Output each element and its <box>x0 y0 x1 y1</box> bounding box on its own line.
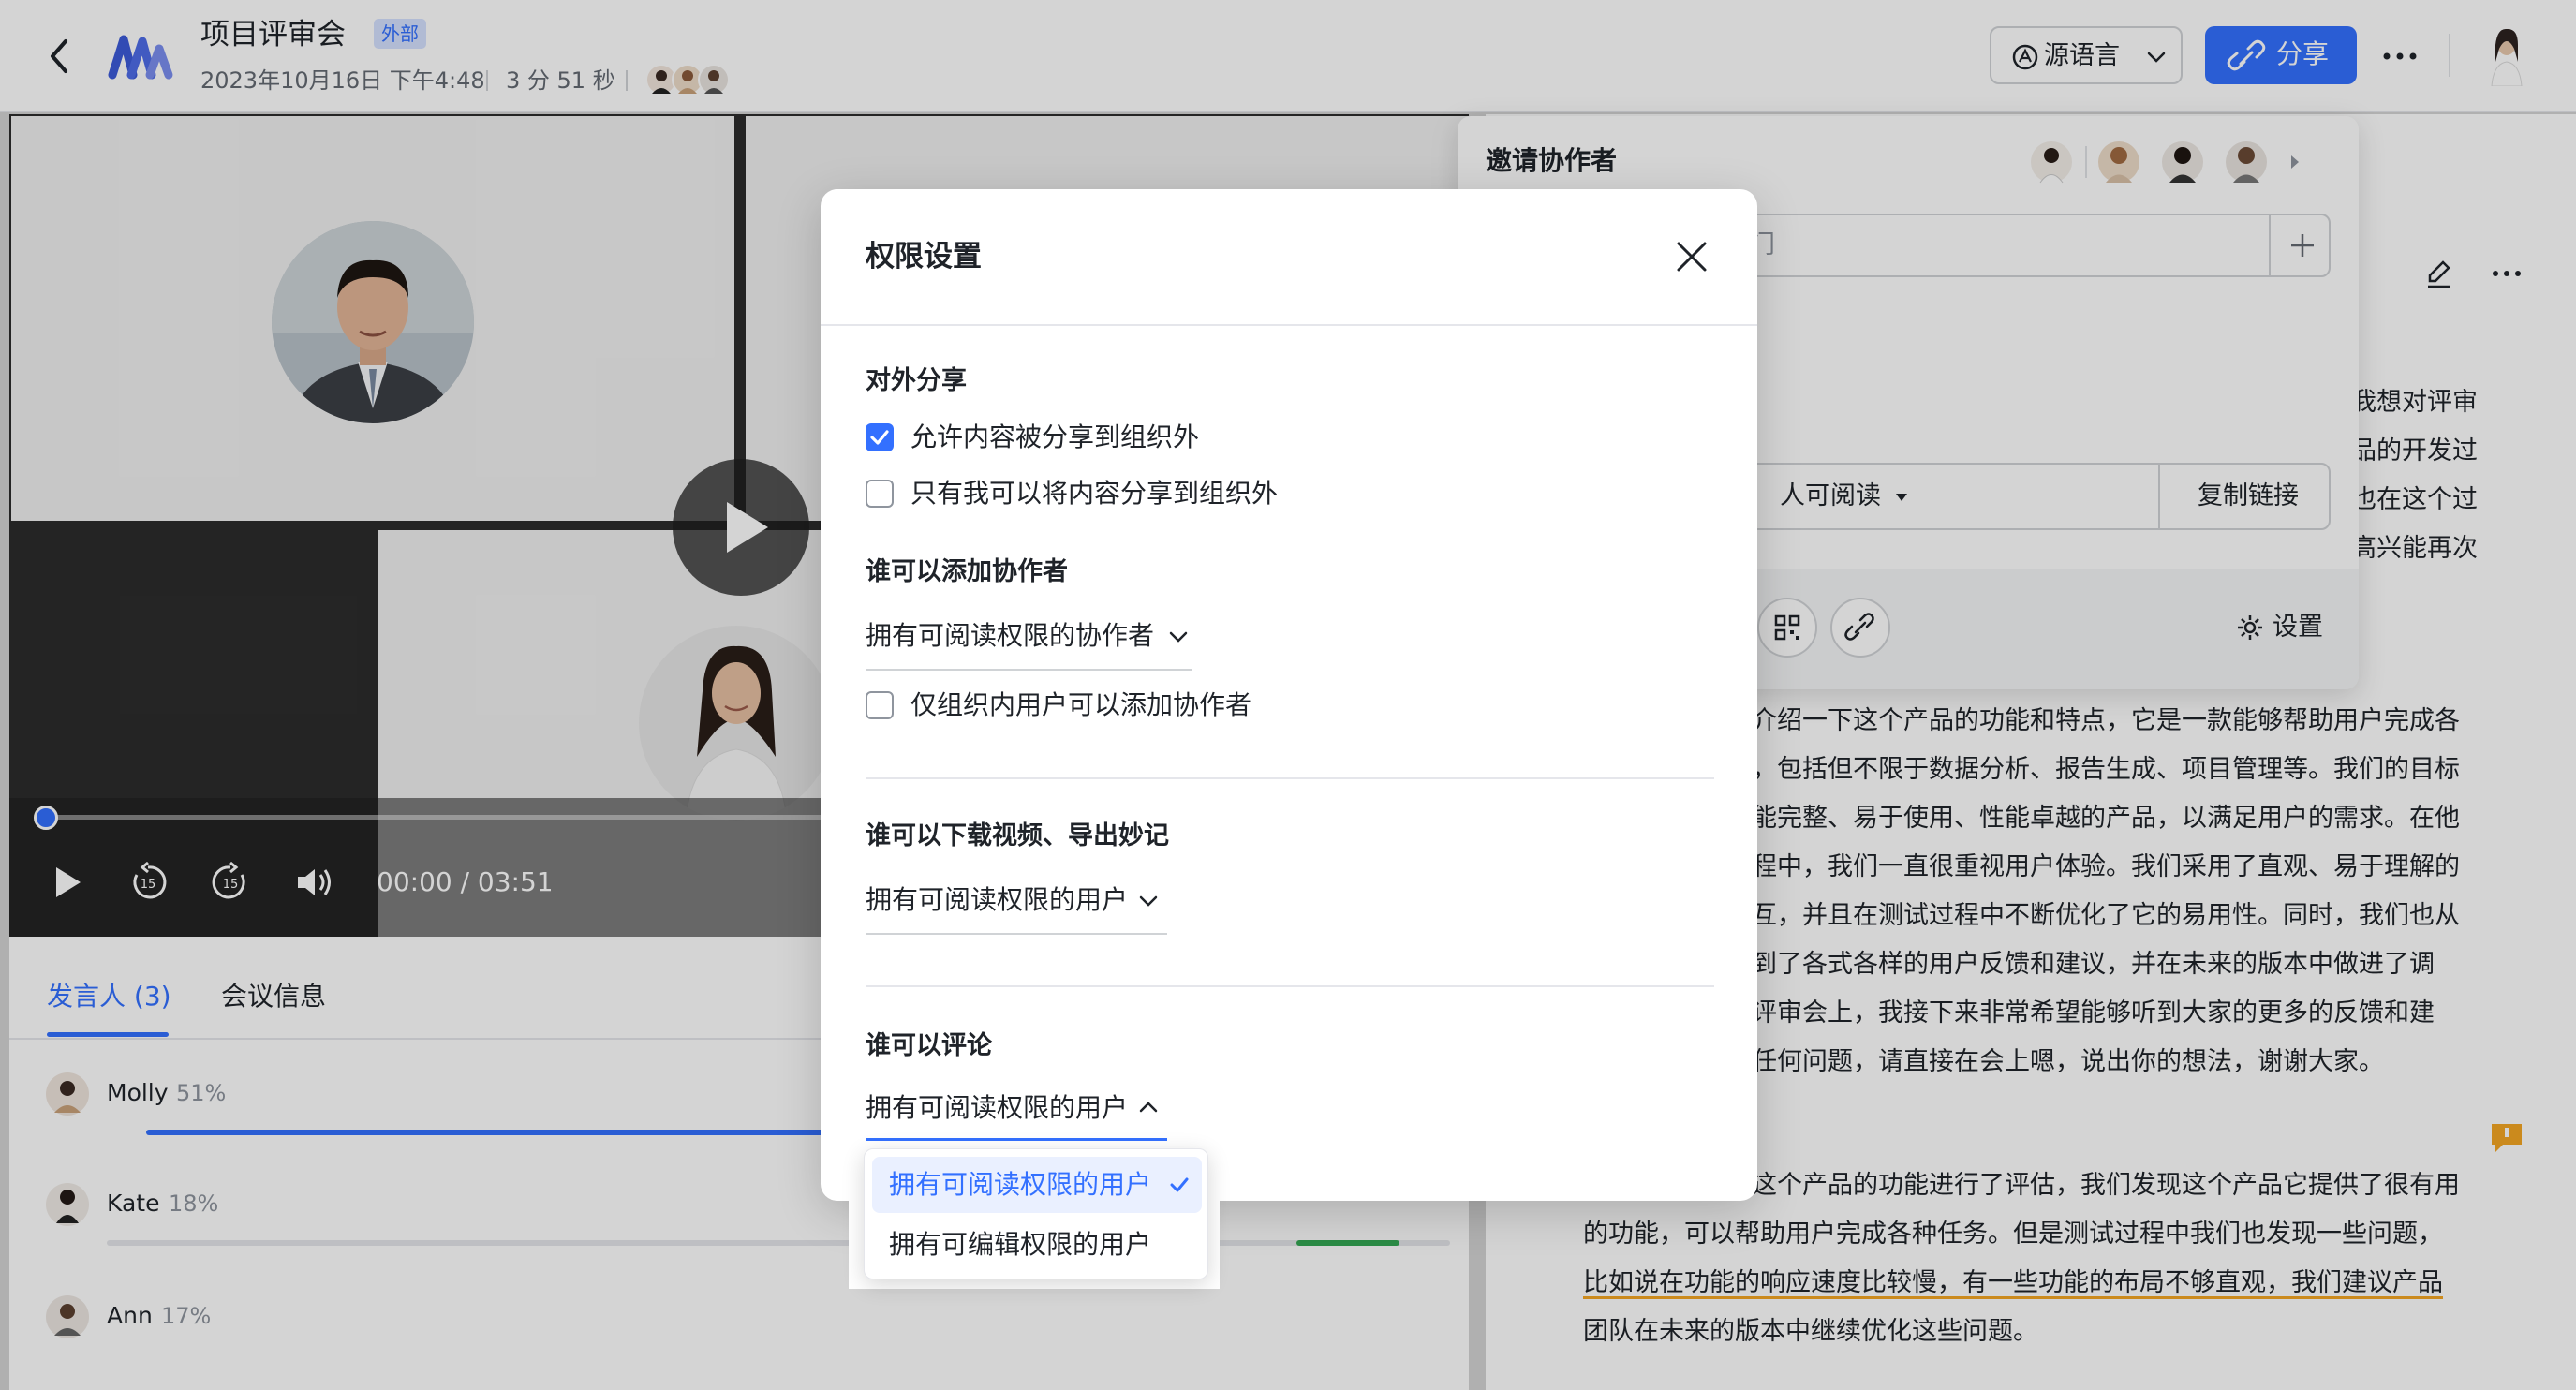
dropdown-option-label: 拥有可编辑权限的用户 <box>889 1229 1152 1260</box>
download-select[interactable]: 拥有可阅读权限的用户 <box>866 879 1167 935</box>
dropdown-option-selected[interactable]: 拥有可阅读权限的用户 <box>872 1157 1202 1213</box>
dropdown-option-label: 拥有可阅读权限的用户 <box>889 1169 1152 1200</box>
allow-external-checkbox[interactable] <box>866 423 894 451</box>
add-collaborator-value: 拥有可阅读权限的协作者 <box>866 620 1155 651</box>
only-me-external-checkbox[interactable] <box>866 480 894 508</box>
only-me-external-label[interactable]: 只有我可以将内容分享到组织外 <box>910 476 1278 511</box>
dialog-title: 权限设置 <box>866 240 982 274</box>
dialog-header-divider <box>821 324 1757 326</box>
dropdown-option[interactable]: 拥有可编辑权限的用户 <box>872 1217 1202 1273</box>
check-icon <box>1168 1174 1191 1196</box>
comment-select[interactable]: 拥有可阅读权限的用户 <box>866 1087 1167 1141</box>
only-org-add-checkbox[interactable] <box>866 691 894 719</box>
add-collaborator-select[interactable]: 拥有可阅读权限的协作者 <box>866 614 1192 671</box>
chevron-up-icon <box>1137 1098 1160 1116</box>
close-icon[interactable] <box>1671 236 1712 277</box>
section-title-external: 对外分享 <box>866 366 967 395</box>
allow-external-label[interactable]: 允许内容被分享到组织外 <box>910 420 1199 455</box>
download-value: 拥有可阅读权限的用户 <box>866 884 1129 915</box>
section-title-comment: 谁可以评论 <box>866 1031 992 1060</box>
chevron-down-icon <box>1167 628 1190 646</box>
only-org-add-label[interactable]: 仅组织内用户可以添加协作者 <box>910 688 1251 723</box>
section-divider <box>866 985 1714 987</box>
comment-dropdown-menu: 拥有可阅读权限的用户 拥有可编辑权限的用户 <box>864 1148 1208 1279</box>
chevron-down-icon <box>1137 892 1160 910</box>
comment-value: 拥有可阅读权限的用户 <box>866 1092 1129 1123</box>
app-root: 项目评审会 外部 2023年10月16日 下午4:48 3 分 51 秒 源语言… <box>0 0 2576 1390</box>
section-title-download: 谁可以下载视频、导出妙记 <box>866 821 1169 850</box>
section-title-add-collaborator: 谁可以添加协作者 <box>866 557 1068 586</box>
section-divider <box>866 777 1714 779</box>
